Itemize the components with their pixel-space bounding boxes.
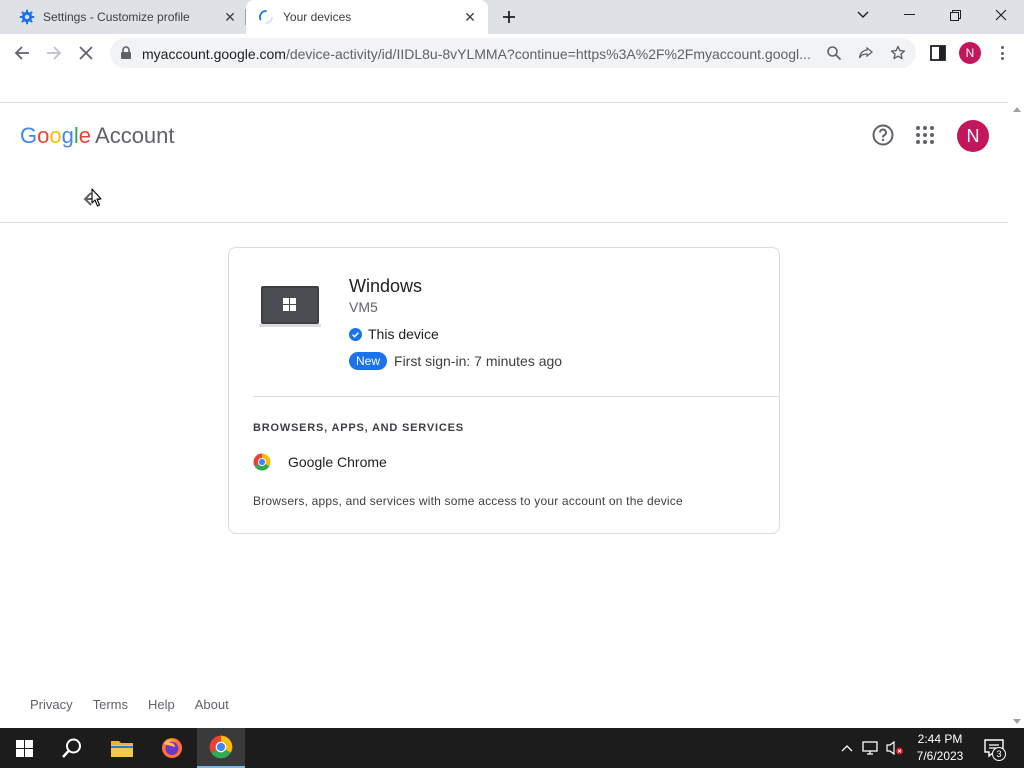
arrow-left-icon (14, 46, 29, 60)
search-icon[interactable] (826, 45, 842, 61)
mouse-cursor-icon (91, 188, 102, 207)
tab-search-button[interactable] (840, 0, 886, 30)
folder-icon (111, 741, 133, 757)
arrow-right-icon (47, 46, 62, 60)
chrome-icon (209, 735, 233, 759)
close-tab-icon[interactable]: ✕ (462, 9, 478, 25)
footer-link-help[interactable]: Help (148, 697, 175, 712)
header-divider (0, 222, 1008, 223)
chrome-taskbar-button[interactable] (197, 728, 245, 768)
google-apps-icon[interactable] (915, 125, 935, 145)
volume-muted-icon (886, 740, 903, 756)
show-hidden-icons-button[interactable] (838, 728, 856, 768)
address-bar[interactable]: myaccount.google.com/device-activity/id/… (110, 38, 916, 68)
google-account-logo[interactable]: Google Account (20, 123, 175, 149)
clock-date: 7/6/2023 (916, 749, 964, 763)
services-heading: BROWSERS, APPS, AND SERVICES (253, 422, 464, 434)
close-window-button[interactable] (978, 0, 1024, 30)
close-icon (995, 9, 1007, 21)
firefox-button[interactable] (148, 728, 196, 768)
footer-link-privacy[interactable]: Privacy (30, 697, 73, 712)
service-name: Google Chrome (288, 454, 387, 470)
minimize-icon (903, 14, 915, 15)
account-avatar[interactable]: N (957, 120, 989, 152)
device-name: Windows (349, 276, 423, 296)
network-button[interactable] (860, 728, 882, 768)
close-tab-icon[interactable]: ✕ (222, 9, 238, 25)
card-divider (253, 396, 780, 397)
bookmark-star-icon[interactable] (890, 45, 906, 61)
minimize-button[interactable] (886, 0, 932, 30)
back-button[interactable] (10, 41, 34, 65)
footer-link-terms[interactable]: Terms (93, 697, 128, 712)
tab-title: Settings - Customize profile (43, 10, 190, 24)
tab-title: Your devices (283, 10, 352, 24)
restore-icon (949, 9, 961, 21)
taskbar-clock[interactable]: 2:44 PM 7/6/2023 (904, 731, 976, 765)
tab-strip: Settings - Customize profile ✕ Your devi… (0, 0, 1024, 34)
service-item-google-chrome: Google Chrome (253, 453, 387, 471)
notification-count-badge: 3 (992, 747, 1006, 761)
tab-settings-customize-profile[interactable]: Settings - Customize profile ✕ (0, 0, 246, 34)
share-icon[interactable] (858, 45, 874, 61)
first-signin-text: First sign-in: 7 minutes ago (394, 353, 563, 369)
search-icon (62, 738, 81, 758)
windows-logo-icon (15, 739, 33, 757)
volume-button[interactable] (884, 728, 906, 768)
url-text[interactable]: myaccount.google.com/device-activity/id/… (142, 46, 812, 62)
new-tab-button[interactable] (499, 7, 519, 27)
scroll-up-arrow-icon[interactable] (1013, 107, 1021, 112)
services-description: Browsers, apps, and services with some a… (253, 494, 683, 508)
scroll-down-arrow-icon[interactable] (1013, 719, 1021, 724)
this-device-indicator: This device (349, 326, 439, 342)
clock-time: 2:44 PM (917, 732, 963, 746)
device-card: Windows VM5 This device New First sign-i… (228, 247, 780, 534)
footer-links: Privacy Terms Help About (30, 697, 249, 712)
verified-check-icon (349, 327, 362, 341)
footer-link-about[interactable]: About (195, 697, 229, 712)
this-device-label: This device (368, 326, 439, 342)
plus-icon (503, 11, 515, 23)
file-explorer-button[interactable] (98, 728, 146, 768)
vertical-scrollbar[interactable] (1008, 103, 1024, 728)
first-signin-row: New First sign-in: 7 minutes ago (349, 352, 562, 370)
tab-your-devices[interactable]: Your devices ✕ (246, 0, 488, 34)
stop-loading-button[interactable] (74, 41, 98, 65)
side-panel-icon[interactable] (930, 45, 946, 61)
account-wordmark: Account (95, 123, 175, 148)
windows-taskbar: 2:44 PM 7/6/2023 3 (0, 728, 1024, 768)
chrome-icon (253, 453, 271, 471)
page-content: Google Account N Windows VM5 This device … (0, 103, 1008, 728)
lock-icon[interactable] (120, 46, 132, 60)
forward-button[interactable] (42, 41, 66, 65)
url-path: /device-activity/id/IIDL8u-8vYLMMA?conti… (285, 46, 811, 62)
close-icon (79, 46, 93, 60)
google-wordmark: Google (20, 123, 92, 148)
laptop-icon (259, 286, 321, 327)
firefox-icon (162, 738, 182, 758)
browser-toolbar: myaccount.google.com/device-activity/id/… (0, 34, 1024, 72)
new-badge: New (349, 352, 388, 370)
url-host: myaccount.google.com (142, 46, 286, 62)
taskbar-search-button[interactable] (48, 728, 96, 768)
profile-avatar[interactable]: N (959, 42, 981, 64)
restore-button[interactable] (932, 0, 978, 30)
gear-icon (19, 9, 35, 25)
chevron-down-icon (857, 11, 869, 18)
start-button[interactable] (0, 728, 48, 768)
help-icon[interactable] (872, 124, 894, 146)
loading-spinner-icon (259, 10, 273, 24)
device-model: VM5 (349, 299, 378, 315)
chevron-up-icon (841, 745, 853, 752)
network-icon (862, 741, 878, 755)
browser-menu-icon[interactable] (994, 43, 1010, 63)
